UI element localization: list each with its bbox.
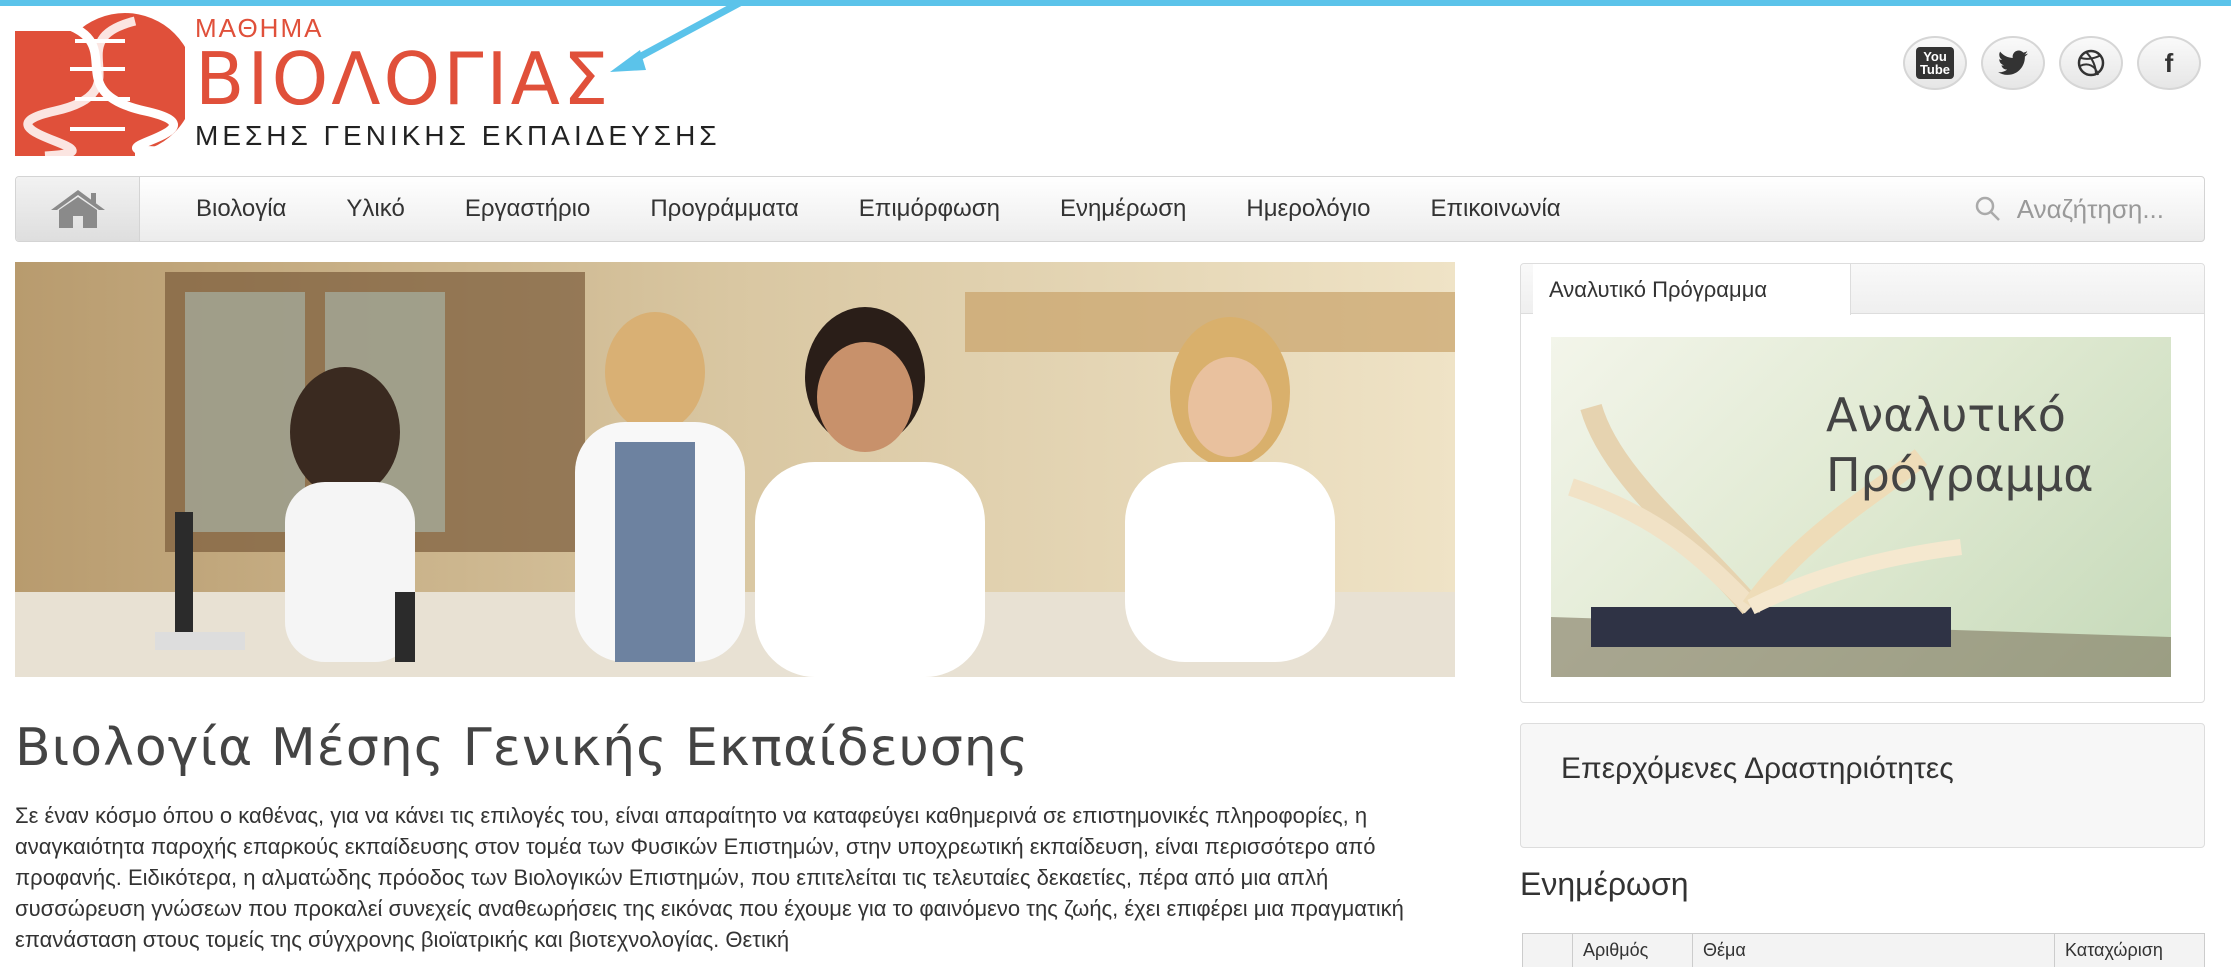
page-title: Βιολογία Μέσης Γενικής Εκπαίδευσης bbox=[15, 718, 1030, 778]
table-header-subject[interactable]: Θέμα bbox=[1692, 933, 2055, 967]
logo-subtitle: ΜΕΣΗΣ ΓΕΝΙΚΗΣ ΕΚΠΑΙΔΕΥΣΗΣ bbox=[195, 120, 721, 151]
nav-item-biology[interactable]: Βιολογία bbox=[166, 177, 316, 241]
search-box[interactable]: Αναζήτηση... bbox=[1975, 177, 2164, 241]
tab-curriculum[interactable]: Αναλυτικό Πρόγραμμα bbox=[1533, 264, 1851, 315]
nav-item-news[interactable]: Ενημέρωση bbox=[1030, 177, 1216, 241]
nav-item-material[interactable]: Υλικό bbox=[316, 177, 434, 241]
nav-item-contact[interactable]: Επικοινωνία bbox=[1400, 177, 1590, 241]
pointer-arrow-icon bbox=[610, 0, 747, 72]
curriculum-tab-bar: Αναλυτικό Πρόγραμμα bbox=[1521, 264, 2204, 315]
nav-menu: Βιολογία Υλικό Εργαστήριο Προγράμματα Επ… bbox=[166, 177, 1591, 241]
nav-item-programs[interactable]: Προγράμματα bbox=[620, 177, 828, 241]
dna-logo-icon bbox=[15, 12, 185, 156]
facebook-glyph: f bbox=[2164, 47, 2174, 78]
table-header-entry[interactable]: Καταχώριση bbox=[2054, 933, 2205, 967]
youtube-text-bottom: Tube bbox=[1919, 62, 1951, 77]
dribbble-icon[interactable] bbox=[2059, 36, 2123, 90]
facebook-icon[interactable]: f bbox=[2137, 36, 2201, 90]
home-button[interactable] bbox=[16, 177, 140, 241]
news-table: Αριθμός Θέμα Καταχώριση bbox=[1522, 933, 2205, 967]
hero-image bbox=[15, 262, 1455, 677]
lab-students-image bbox=[15, 262, 1455, 677]
home-icon bbox=[50, 190, 105, 228]
search-placeholder[interactable]: Αναζήτηση... bbox=[2017, 194, 2164, 225]
nav-item-calendar[interactable]: Ημερολόγιο bbox=[1216, 177, 1400, 241]
table-header-number[interactable]: Αριθμός bbox=[1572, 933, 1693, 967]
news-section-title: Ενημέρωση bbox=[1520, 866, 1689, 902]
site-header: ΜΑΘΗΜΑ ΒΙΟΛΟΓΙΑΣ ΜΕΣΗΣ ΓΕΝΙΚΗΣ ΕΚΠΑΙΔΕΥΣ… bbox=[0, 0, 2231, 170]
main-navbar: Βιολογία Υλικό Εργαστήριο Προγράμματα Επ… bbox=[15, 176, 2205, 242]
table-header-row: Αριθμός Θέμα Καταχώριση bbox=[1522, 933, 2205, 967]
curriculum-banner-text: Αναλυτικό Πρόγραμμα bbox=[1826, 385, 2094, 505]
intro-paragraph: Σε έναν κόσμο όπου ο καθένας, για να κάν… bbox=[15, 803, 1404, 952]
youtube-icon[interactable]: You Tube bbox=[1903, 36, 1967, 90]
table-header-blank bbox=[1522, 933, 1573, 967]
banner-line-2: Πρόγραμμα bbox=[1826, 448, 2094, 502]
social-links: You Tube f bbox=[1903, 36, 2201, 90]
curriculum-banner[interactable]: Αναλυτικό Πρόγραμμα bbox=[1551, 337, 2171, 677]
upcoming-activities-widget: Επερχόμενες Δραστηριότητες bbox=[1520, 723, 2205, 848]
upcoming-activities-title: Επερχόμενες Δραστηριότητες bbox=[1561, 752, 1954, 785]
banner-line-1: Αναλυτικό bbox=[1826, 388, 2066, 442]
search-icon bbox=[1975, 196, 2000, 221]
nav-item-lab[interactable]: Εργαστήριο bbox=[435, 177, 621, 241]
nav-item-training[interactable]: Επιμόρφωση bbox=[829, 177, 1030, 241]
curriculum-widget: Αναλυτικό Πρόγραμμα Αναλυτικό Πρόγραμμα bbox=[1520, 263, 2205, 703]
twitter-icon[interactable] bbox=[1981, 36, 2045, 90]
